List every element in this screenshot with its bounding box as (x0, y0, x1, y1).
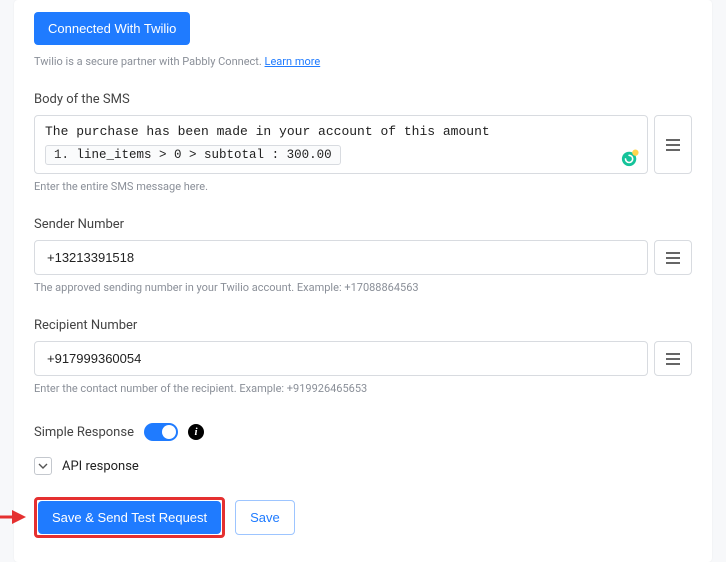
recipient-menu-button[interactable] (654, 341, 692, 376)
grammarly-icon (621, 149, 639, 167)
sender-number-input[interactable] (34, 240, 648, 275)
sms-body-menu-button[interactable] (654, 115, 692, 174)
sender-help: The approved sending number in your Twil… (34, 281, 692, 294)
hamburger-icon (665, 353, 681, 365)
simple-response-toggle[interactable] (144, 423, 178, 441)
chevron-down-icon (34, 457, 52, 475)
recipient-label: Recipient Number (34, 318, 692, 333)
simple-response-row: Simple Response i (34, 423, 692, 441)
api-response-label: API response (62, 459, 139, 474)
simple-response-label: Simple Response (34, 425, 134, 440)
sms-body-help: Enter the entire SMS message here. (34, 180, 692, 193)
api-response-expand[interactable]: API response (34, 457, 692, 475)
sms-body-field[interactable]: The purchase has been made in your accou… (34, 115, 648, 174)
hamburger-icon (665, 139, 681, 151)
partner-info-text: Twilio is a secure partner with Pabbly C… (34, 55, 692, 68)
variable-chip[interactable]: 1. line_items > 0 > subtotal : 300.00 (45, 145, 341, 165)
recipient-help: Enter the contact number of the recipien… (34, 382, 692, 395)
learn-more-link[interactable]: Learn more (265, 55, 321, 68)
recipient-section: Recipient Number Enter the contact numbe… (34, 318, 692, 395)
sms-body-text: The purchase has been made in your accou… (45, 124, 637, 139)
info-icon[interactable]: i (188, 424, 204, 440)
form-card: Connected With Twilio Twilio is a secure… (14, 0, 712, 562)
sender-label: Sender Number (34, 217, 692, 232)
sms-body-section: Body of the SMS The purchase has been ma… (34, 92, 692, 193)
hamburger-icon (665, 252, 681, 264)
action-row: Save & Send Test Request Save (34, 497, 692, 538)
save-button[interactable]: Save (235, 500, 295, 535)
sender-section: Sender Number The approved sending numbe… (34, 217, 692, 294)
sms-body-label: Body of the SMS (34, 92, 692, 107)
connected-twilio-button[interactable]: Connected With Twilio (34, 12, 190, 45)
save-send-test-button[interactable]: Save & Send Test Request (38, 501, 221, 534)
primary-button-highlight: Save & Send Test Request (34, 497, 225, 538)
arrow-pointer-icon (0, 509, 26, 525)
sender-menu-button[interactable] (654, 240, 692, 275)
recipient-number-input[interactable] (34, 341, 648, 376)
